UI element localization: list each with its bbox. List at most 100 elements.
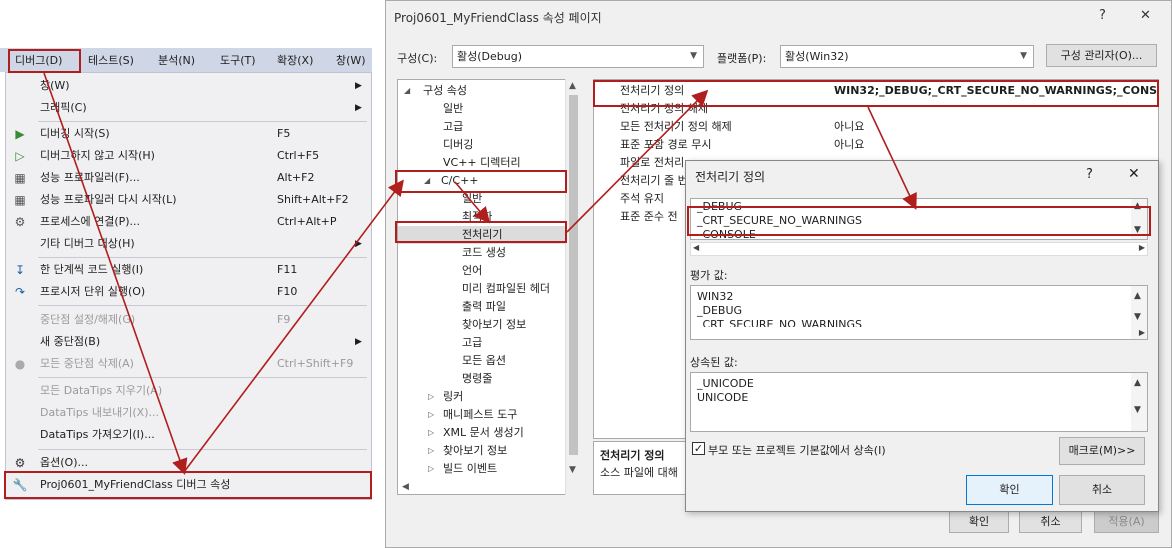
tree-node-xml-doc-generator[interactable]: ▷ XML 문서 생성기	[398, 424, 566, 442]
menu-test[interactable]: 테스트(S)	[88, 52, 134, 69]
menu-extensions[interactable]: 확장(X)	[277, 52, 313, 69]
ok-button[interactable]: 확인	[949, 510, 1009, 533]
menu-item-other-debug-targets[interactable]: 기타 디버그 대상(H) ▶	[6, 233, 371, 255]
menu-item-new-breakpoint[interactable]: 새 중단점(B) ▶	[6, 331, 371, 353]
scroll-right-icon[interactable]: ▶	[1139, 328, 1145, 337]
ok-button[interactable]: 확인	[966, 475, 1053, 505]
tree-node-command-line[interactable]: 명령줄	[462, 370, 492, 388]
tree-node-cpp-advanced[interactable]: 고급	[462, 334, 482, 352]
grid-row-ignore-std-include[interactable]: 표준 포함 경로 무시 아니요	[594, 136, 1158, 154]
scroll-left-icon[interactable]: ◀	[402, 478, 409, 494]
collapse-arrow-icon[interactable]: ▷	[428, 406, 434, 424]
grid-value[interactable]: 아니요	[834, 136, 864, 154]
collapse-arrow-icon[interactable]: ▷	[428, 424, 434, 442]
menu-tools[interactable]: 도구(T)	[220, 52, 256, 69]
macros-button[interactable]: 매크로(M)>>	[1059, 437, 1145, 465]
menu-item-step-into[interactable]: ↧ 한 단계씩 코드 실행(I) F11	[6, 259, 371, 281]
cancel-button[interactable]: 취소	[1019, 510, 1082, 533]
tree-scrollbar[interactable]: ▲ ▼	[565, 79, 581, 495]
tree-node-linker[interactable]: ▷ 링커	[398, 388, 566, 406]
tree-node-output-files[interactable]: 출력 파일	[462, 298, 506, 316]
menu-item-label: 한 단계씩 코드 실행(I)	[40, 263, 144, 276]
scroll-up-icon[interactable]: ▲	[569, 81, 576, 91]
tree-node-debugging[interactable]: 디버깅	[443, 136, 473, 154]
apply-button[interactable]: 적용(A)	[1094, 510, 1159, 533]
definitions-edit-box[interactable]: _DEBUG _CRT_SECURE_NO_WARNINGS _CONSOLE …	[690, 198, 1148, 240]
config-combo[interactable]: 활성(Debug) ▼	[452, 45, 704, 68]
scroll-down-icon[interactable]: ▼	[1134, 225, 1141, 235]
expand-arrow-icon[interactable]: ◢	[424, 172, 430, 190]
menu-item-attach-to-process[interactable]: ⚙ 프로세스에 연결(P)... Ctrl+Alt+P	[6, 211, 371, 233]
help-button[interactable]: ?	[1086, 167, 1093, 182]
tree-node-code-generation[interactable]: 코드 생성	[462, 244, 506, 262]
help-button[interactable]: ?	[1099, 8, 1106, 23]
collapse-arrow-icon[interactable]: ▷	[428, 388, 434, 406]
tree-node-build-events[interactable]: ▷ 빌드 이벤트	[398, 460, 566, 478]
menu-item-delete-all-breakpoints[interactable]: ● 모든 중단점 삭제(A) Ctrl+Shift+F9	[6, 353, 371, 375]
menu-item-import-datatips[interactable]: DataTips 가져오기(I)...	[6, 424, 371, 446]
tree-node-all-options[interactable]: 모든 옵션	[462, 352, 506, 370]
tree-node-browse-info[interactable]: 찾아보기 정보	[462, 316, 526, 334]
tree-node-precompiled-headers[interactable]: 미리 컴파일된 헤더	[462, 280, 550, 298]
grid-row-preprocessor-definitions[interactable]: 전처리기 정의 WIN32;_DEBUG;_CRT_SECURE_NO_WARN…	[594, 82, 1158, 100]
scroll-down-icon[interactable]: ▼	[1134, 312, 1141, 322]
tree-node-advanced[interactable]: 고급	[443, 118, 463, 136]
tree-node-optimization[interactable]: 최적화	[462, 208, 492, 226]
platform-label: 플랫폼(P):	[717, 52, 767, 65]
collapse-arrow-icon[interactable]: ▷	[428, 460, 434, 478]
property-tree[interactable]: ◢ 구성 속성 일반 고급 디버깅 VC++ 디렉터리 ◢ C/C++ 일반 최…	[397, 79, 581, 495]
menu-item-label: DataTips 내보내기(X)...	[40, 406, 159, 419]
tree-node-language[interactable]: 언어	[462, 262, 482, 280]
cancel-button[interactable]: 취소	[1059, 475, 1145, 505]
tree-node-config-props[interactable]: ◢ 구성 속성	[398, 82, 566, 100]
scroll-up-icon[interactable]: ▲	[1134, 201, 1141, 211]
collapse-arrow-icon[interactable]: ▷	[428, 442, 434, 460]
tree-node-preprocessor[interactable]: 전처리기	[398, 226, 566, 244]
menu-separator	[38, 449, 367, 450]
tree-node-label: 구성 속성	[423, 84, 467, 97]
scroll-right-icon[interactable]: ▶	[1139, 243, 1145, 252]
menu-analyze[interactable]: 분석(N)	[158, 52, 195, 69]
tree-node-manifest-tool[interactable]: ▷ 매니페스트 도구	[398, 406, 566, 424]
menu-item-toggle-breakpoint[interactable]: 중단점 설정/해제(G) F9	[6, 309, 371, 331]
platform-combo[interactable]: 활성(Win32) ▼	[780, 45, 1034, 68]
close-icon[interactable]: ✕	[1140, 8, 1151, 23]
menu-item-label: 모든 중단점 삭제(A)	[40, 357, 134, 370]
edit-hscrollbar[interactable]: ◀ ▶	[690, 242, 1148, 256]
config-manager-button[interactable]: 구성 관리자(O)...	[1046, 44, 1157, 67]
tree-node-general[interactable]: 일반	[443, 100, 463, 118]
menu-item-performance-profiler[interactable]: ▦ 성능 프로파일러(F)... Alt+F2	[6, 167, 371, 189]
tree-node-browse-information[interactable]: ▷ 찾아보기 정보	[398, 442, 566, 460]
scrollbar-thumb[interactable]	[569, 95, 578, 455]
menu-item-relaunch-profiler[interactable]: ▦ 성능 프로파일러 다시 시작(L) Shift+Alt+F2	[6, 189, 371, 211]
scroll-down-icon[interactable]: ▼	[1134, 405, 1141, 415]
grid-row-undefine-all[interactable]: 모든 전처리기 정의 해제 아니요	[594, 118, 1158, 136]
scroll-down-icon[interactable]: ▼	[569, 465, 576, 475]
description-text: 소스 파일에 대해	[600, 466, 678, 479]
expand-arrow-icon[interactable]: ◢	[404, 82, 410, 100]
menu-debug[interactable]: 디버그(D)	[15, 52, 62, 69]
menu-item-step-over[interactable]: ↷ 프로시저 단위 실행(O) F10	[6, 281, 371, 303]
grid-value[interactable]: 아니요	[834, 118, 864, 136]
menu-item-debug-properties[interactable]: 🔧 Proj0601_MyFriendClass 디버그 속성	[6, 474, 371, 496]
menu-item-window[interactable]: 창(W) ▶	[6, 75, 371, 97]
menu-item-start-without-debugging[interactable]: ▷ 디버그하지 않고 시작(H) Ctrl+F5	[6, 145, 371, 167]
scroll-up-icon[interactable]: ▲	[1134, 378, 1141, 388]
menu-item-clear-datatips[interactable]: 모든 DataTips 지우기(A)	[6, 380, 371, 402]
close-icon[interactable]: ✕	[1128, 166, 1140, 182]
scroll-up-icon[interactable]: ▲	[1134, 291, 1141, 301]
grid-value[interactable]: WIN32;_DEBUG;_CRT_SECURE_NO_WARNINGS;_CO…	[834, 82, 1158, 100]
menu-item-options[interactable]: ⚙ 옵션(O)...	[6, 452, 371, 474]
grid-row-undefine-preprocessor[interactable]: 전처리기 정의 해제	[594, 100, 1158, 118]
tree-node-vc-directories[interactable]: VC++ 디렉터리	[443, 154, 521, 172]
tree-node-cpp-general[interactable]: 일반	[462, 190, 482, 208]
menu-item-start-debugging[interactable]: ▶ 디버깅 시작(S) F5	[6, 123, 371, 145]
tree-node-c-cpp[interactable]: ◢ C/C++	[398, 172, 566, 190]
scroll-left-icon[interactable]: ◀	[693, 243, 699, 252]
menu-window[interactable]: 창(W)	[336, 52, 366, 69]
menu-item-export-datatips[interactable]: DataTips 내보내기(X)...	[6, 402, 371, 424]
inherit-checkbox[interactable]: ✓	[692, 442, 705, 455]
menu-item-graphics[interactable]: 그래픽(C) ▶	[6, 97, 371, 119]
edit-scrollbar[interactable]: ▲ ▼	[1131, 199, 1147, 239]
inherited-scrollbar[interactable]: ▲ ▼	[1131, 373, 1147, 431]
